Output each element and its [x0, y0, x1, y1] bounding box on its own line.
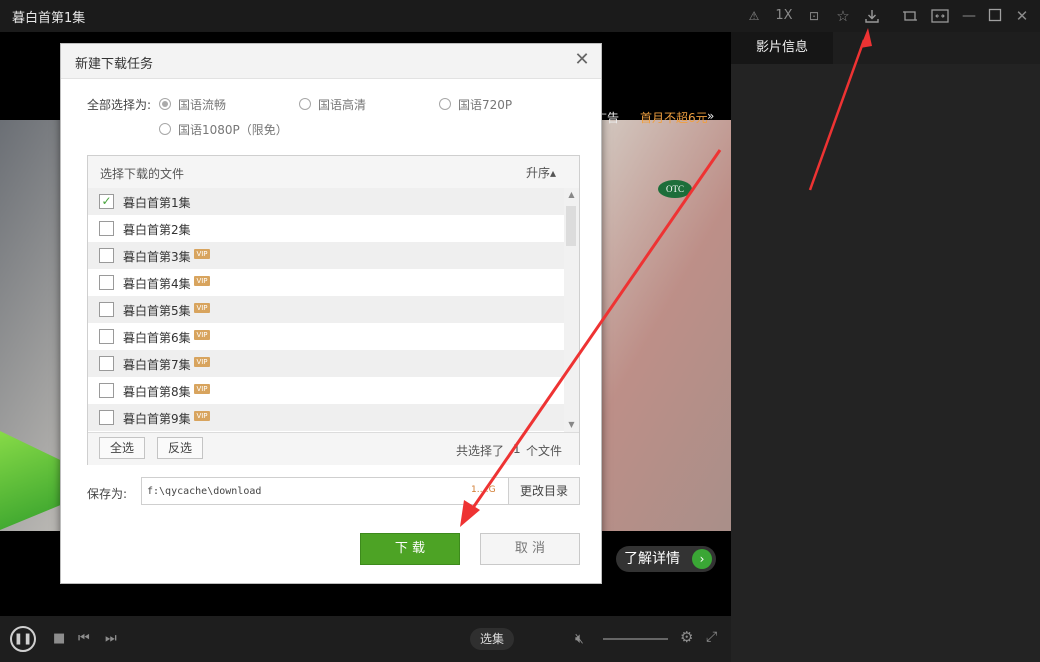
episode-name: 暮白首第8集 [123, 385, 191, 399]
episode-checkbox[interactable] [99, 302, 114, 317]
change-directory-button[interactable]: 更改目录 [508, 477, 580, 505]
tab-movie-info[interactable]: 影片信息 [731, 32, 833, 64]
episode-name: 暮白首第6集 [123, 331, 191, 345]
fullscreen-icon[interactable]: ⤢ [706, 629, 717, 645]
previous-icon[interactable]: ⏮ [78, 631, 90, 647]
radio-quality-smooth[interactable] [159, 98, 171, 110]
radio-quality-smooth-label[interactable]: 国语流畅 [178, 96, 226, 113]
download-icon[interactable] [864, 8, 880, 24]
list-item[interactable]: 暮白首第4集 VIP [88, 269, 564, 296]
episode-checkbox[interactable] [99, 410, 114, 425]
minimize-icon[interactable]: — [961, 8, 977, 24]
star-icon[interactable]: ☆ [835, 8, 851, 24]
episode-checkbox[interactable] [99, 329, 114, 344]
warning-icon[interactable]: ⚠ [746, 8, 762, 24]
list-item[interactable]: 暮白首第3集 VIP [88, 242, 564, 269]
select-all-quality-label: 全部选择为: [87, 98, 152, 112]
playback-controls: ❚❚ ■ ⏮ ⏭ 选集 🔇︎ ⚙ ⤢ [0, 616, 731, 662]
episode-name: 暮白首第7集 [123, 358, 191, 372]
selected-count-prefix: 共选择了 [456, 444, 505, 458]
file-list-footer: 全选 反选 共选择了 1 个文件 [88, 432, 579, 465]
episode-name: 暮白首第5集 [123, 304, 191, 318]
vip-badge: VIP [194, 357, 210, 367]
cancel-button[interactable]: 取 消 [480, 533, 580, 565]
episode-checkbox[interactable] [99, 275, 114, 290]
chevron-right-icon: › [692, 549, 712, 569]
episode-checkbox[interactable]: ✓ [99, 194, 114, 209]
volume-mute-icon[interactable]: 🔇︎ [575, 631, 584, 647]
dialog-close-icon[interactable]: ✕ [572, 50, 592, 70]
crop-icon[interactable]: ⊡ [806, 8, 822, 24]
stop-icon[interactable]: ■ [53, 631, 65, 647]
otc-badge: OTC [658, 180, 692, 198]
file-size: 1.…G [471, 485, 496, 495]
download-button[interactable]: 下 载 [360, 533, 460, 565]
vip-badge: VIP [194, 249, 210, 259]
list-item[interactable]: 暮白首第7集 VIP [88, 350, 564, 377]
radio-quality-720p[interactable] [439, 98, 451, 110]
close-icon[interactable]: ✕ [1014, 8, 1030, 24]
pause-icon[interactable]: ❚❚ [10, 626, 36, 652]
compact-view-icon[interactable] [931, 8, 949, 24]
new-download-dialog: 新建下载任务 ✕ 全部选择为: 国语流畅 国语高清 国语720P 国语1080P… [60, 43, 602, 584]
scroll-up-icon[interactable]: ▲ [564, 188, 579, 202]
detail-button[interactable]: 了解详情 › [616, 546, 716, 572]
vip-badge: VIP [194, 384, 210, 394]
radio-quality-hd-label[interactable]: 国语高清 [318, 96, 366, 113]
ad-offer-arrow-icon: » [707, 109, 715, 123]
maximize-icon[interactable] [987, 8, 1003, 24]
episode-name: 暮白首第4集 [123, 277, 191, 291]
scrollbar-thumb[interactable] [566, 206, 576, 246]
episode-name: 暮白首第3集 [123, 250, 191, 264]
radio-quality-1080p[interactable] [159, 123, 171, 135]
file-list-title: 选择下载的文件 [100, 167, 185, 181]
list-item[interactable]: 暮白首第8集 VIP [88, 377, 564, 404]
vip-badge: VIP [194, 330, 210, 340]
settings-gear-icon[interactable]: ⚙ [680, 629, 693, 645]
window-title: 暮白首第1集 [12, 11, 86, 26]
volume-slider[interactable] [603, 638, 668, 640]
episode-checkbox[interactable] [99, 248, 114, 263]
mini-mode-icon[interactable] [902, 8, 918, 24]
scroll-down-icon[interactable]: ▼ [564, 418, 579, 432]
selected-count-suffix: 个文件 [526, 444, 563, 458]
episode-name: 暮白首第9集 [123, 412, 191, 426]
dialog-title: 新建下载任务 [75, 57, 154, 72]
title-bar: 暮白首第1集 ⚠ 1X ⊡ ☆ — ✕ [0, 0, 1040, 32]
episode-checkbox[interactable] [99, 383, 114, 398]
tab-bar-filler [833, 32, 1040, 64]
file-list-header: 选择下载的文件 升序▴ [88, 156, 579, 189]
list-item[interactable]: 暮白首第6集 VIP [88, 323, 564, 350]
vip-badge: VIP [194, 411, 210, 421]
vip-badge: VIP [194, 276, 210, 286]
file-list-scrollbar[interactable]: ▲ ▼ [564, 188, 579, 432]
save-as-label: 保存为: [87, 487, 128, 501]
file-list: 选择下载的文件 升序▴ ✓ 暮白首第1集 暮白首第2集 暮白首第3集 VIP 暮白首第4集… [87, 155, 580, 465]
invert-selection-button[interactable]: 反选 [157, 437, 203, 459]
list-item[interactable]: 暮白首第5集 VIP [88, 296, 564, 323]
vip-badge: VIP [194, 303, 210, 313]
select-episode-button[interactable]: 选集 [470, 628, 514, 650]
list-item[interactable]: 暮白首第2集 [88, 215, 564, 242]
side-panel: 影片信息 [731, 32, 1040, 662]
episode-checkbox[interactable] [99, 356, 114, 371]
selected-count: 1 [513, 442, 521, 456]
playback-speed[interactable]: 1X [772, 8, 796, 24]
save-path-input[interactable] [141, 477, 509, 505]
episode-checkbox[interactable] [99, 221, 114, 236]
file-rows: ✓ 暮白首第1集 暮白首第2集 暮白首第3集 VIP 暮白首第4集 VIP 暮白首第5集 VIP… [88, 188, 564, 432]
episode-name: 暮白首第2集 [123, 223, 191, 237]
list-item[interactable]: ✓ 暮白首第1集 [88, 188, 564, 215]
radio-quality-1080p-label[interactable]: 国语1080P（限免） [178, 121, 288, 138]
dialog-header: 新建下载任务 ✕ [61, 44, 601, 79]
radio-quality-hd[interactable] [299, 98, 311, 110]
ad-offer-link[interactable]: 首月不超6元 [640, 109, 708, 126]
episode-name: 暮白首第1集 [123, 196, 191, 210]
select-all-button[interactable]: 全选 [99, 437, 145, 459]
radio-quality-720p-label[interactable]: 国语720P [458, 96, 512, 113]
detail-button-label: 了解详情 [624, 551, 680, 567]
next-icon[interactable]: ⏭ [105, 631, 117, 647]
list-item[interactable]: 暮白首第9集 VIP [88, 404, 564, 431]
sort-ascending-button[interactable]: 升序▴ [526, 164, 556, 181]
